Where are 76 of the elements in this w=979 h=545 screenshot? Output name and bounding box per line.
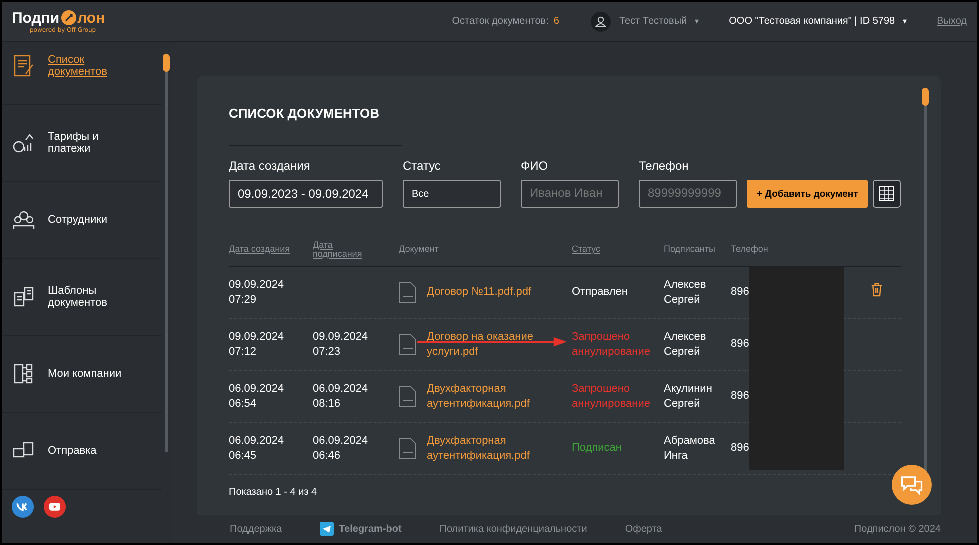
documents-left-count: 6	[554, 16, 560, 27]
table-cell-text: 06.09.2024 06:45	[229, 434, 286, 463]
table-cell-text: Абрамова Инга	[664, 434, 716, 463]
document-link[interactable]: Договор на оказание услуги.pdf	[427, 330, 567, 359]
user-icon[interactable]	[591, 12, 612, 32]
scrollbar-thumb[interactable]	[922, 88, 929, 106]
filter-label: Дата создания	[229, 159, 312, 173]
user-name[interactable]: Тест Тестовый	[619, 16, 688, 27]
footer-link[interactable]: Telegram-bot	[339, 524, 402, 534]
filter-label: Статус	[403, 159, 442, 173]
pdf-file-icon	[399, 282, 417, 304]
sidebar-item[interactable]: Отправка	[2, 413, 162, 490]
scrollbar-thumb[interactable]	[163, 54, 170, 72]
table-cell-text: 06.09.2024 06:46	[313, 434, 370, 463]
column-header: Документ	[399, 245, 440, 255]
document-link[interactable]: Двухфакторная аутентификация.pdf	[427, 434, 567, 463]
table-cell-text: 896	[731, 389, 750, 404]
youtube-icon[interactable]	[44, 496, 66, 518]
telegram-icon	[320, 522, 334, 536]
excel-export-button[interactable]	[873, 180, 902, 208]
status-text: Запрошено аннулирование	[572, 330, 652, 359]
company-selector[interactable]: ООО "Тестовая компания" | ID 5798	[729, 16, 896, 27]
column-header[interactable]: Дата создания	[229, 245, 313, 255]
table-cell-text: Алексев Сергей	[664, 278, 708, 307]
table-cell-text: 06.09.2024 06:54	[229, 382, 286, 411]
document-pen-icon	[12, 54, 36, 78]
logo-icon	[60, 10, 77, 26]
logo-text: Подпи	[12, 10, 60, 26]
table-cell-text: 06.09.2024 08:16	[313, 382, 370, 411]
filter-label: ФИО	[521, 159, 550, 173]
footer-link[interactable]: Оферта	[625, 524, 662, 534]
table-cell-text: 09.09.2024 07:23	[313, 330, 370, 359]
caret-icon[interactable]: ▾	[903, 17, 908, 26]
vk-icon[interactable]	[12, 496, 34, 518]
pdf-file-icon	[399, 334, 417, 356]
pdf-file-icon	[399, 438, 417, 460]
trash-icon[interactable]	[871, 283, 883, 298]
status-text: Запрошено аннулирование	[572, 382, 652, 411]
caret-icon[interactable]: ▾	[695, 17, 700, 26]
documents-left-label: Остаток документов:	[452, 16, 549, 27]
document-link[interactable]: Договор №11.pdf.pdf	[427, 285, 567, 300]
sidebar-item[interactable]: Сотрудники	[2, 182, 162, 259]
column-header[interactable]: Дата подписания	[313, 240, 375, 260]
sidebar-item[interactable]: Тарифы и платежи	[2, 105, 162, 182]
table-cell-text: 896	[731, 337, 750, 352]
page-title: СПИСОК ДОКУМЕНТОВ	[229, 106, 381, 121]
column-header: Телефон	[731, 245, 770, 255]
logo-text: лон	[78, 10, 106, 26]
table-cell-text: Алексев Сергей	[664, 330, 708, 359]
input-field[interactable]: 89999999999	[639, 180, 737, 208]
sidebar-item[interactable]: Шаблоны документов	[2, 259, 162, 336]
filter-label: Телефон	[639, 159, 690, 173]
logout-link[interactable]: Выход	[937, 16, 967, 27]
table-cell-text: 896	[731, 285, 750, 300]
footer-link[interactable]: Политика конфиденциальности	[440, 524, 588, 534]
column-header[interactable]: Статус	[572, 245, 664, 255]
spreadsheet-icon	[879, 186, 896, 202]
sidebar-item[interactable]: Мои компании	[2, 336, 162, 413]
add-document-button[interactable]: + Добавить документ	[747, 180, 868, 208]
document-link[interactable]: Двухфакторная аутентификация.pdf	[427, 382, 567, 411]
table-cell-text: 09.09.2024 07:29	[229, 278, 286, 307]
copyright-text: Подпислон © 2024	[854, 524, 941, 534]
documents-icon	[12, 285, 36, 309]
status-text: Подписан	[572, 441, 623, 456]
table-cell-text: 896	[731, 441, 750, 456]
table-cell-text: 09.09.2024 07:12	[229, 330, 286, 359]
column-header: Подписанты	[664, 245, 716, 255]
footer-link[interactable]: Поддержка	[230, 524, 282, 534]
pagination-summary: Показано 1 - 4 из 4	[229, 487, 318, 498]
date-range-field[interactable]: 09.09.2023 - 09.09.2024	[229, 180, 383, 208]
input-field[interactable]: Иванов Иван	[521, 180, 619, 208]
sidebar-item[interactable]: Список документов	[2, 42, 162, 105]
table-cell-text: Акулинин Сергей	[664, 382, 714, 411]
pdf-file-icon	[399, 386, 417, 408]
status-dropdown[interactable]: Все	[403, 180, 501, 208]
status-text: Отправлен	[572, 285, 629, 300]
